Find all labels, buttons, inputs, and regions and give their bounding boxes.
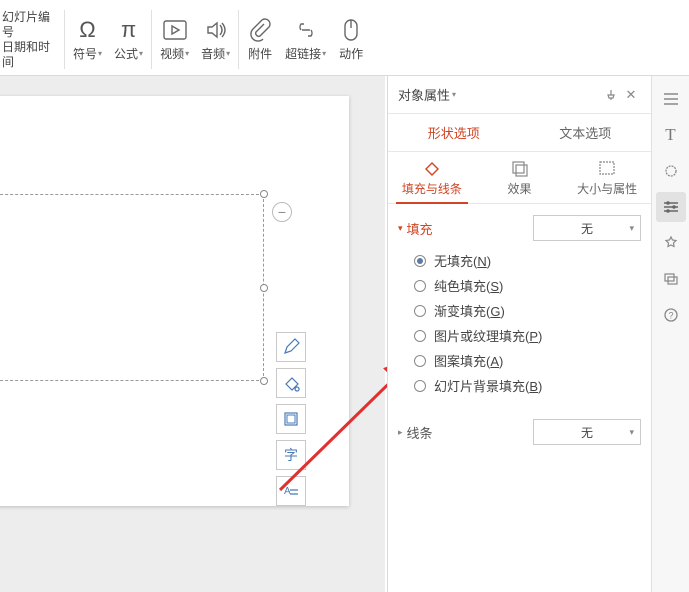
floating-toolbar: 字 A [276,332,306,506]
audio-icon [203,17,229,43]
audio-button[interactable]: 音频▾ [195,4,236,75]
rail-settings-icon[interactable] [656,192,686,222]
rail-menu-icon[interactable] [656,84,686,114]
svg-text:?: ? [668,311,673,321]
attachment-button[interactable]: 附件 [241,4,279,75]
fill-none-radio[interactable]: 无填充(N) [414,248,641,273]
selected-shape[interactable]: − [0,194,264,381]
slide-canvas[interactable]: − 字 A [0,76,385,592]
fill-tool-button[interactable] [276,368,306,398]
tab-text-options[interactable]: 文本选项 [520,114,652,151]
rail-help-icon[interactable]: ? [656,300,686,330]
rail-text-icon[interactable]: T [656,120,686,150]
fill-gradient-radio[interactable]: 渐变填充(G) [414,298,641,323]
hyperlink-button[interactable]: 超链接▾ [279,4,332,75]
side-rail: T ? [651,76,689,592]
resize-handle[interactable] [260,284,268,292]
ribbon-left-labels: 幻灯片编号 日期和时间 [0,4,62,75]
properties-panel: 对象属性▾ ✕ 形状选项 文本选项 填充与线条 效果 大小与属性 ▾填充 无 [387,76,651,592]
paperclip-icon [247,17,273,43]
resize-handle[interactable] [260,377,268,385]
fill-select[interactable]: 无 [533,215,641,241]
fill-section-toggle[interactable]: ▾填充 [398,219,433,238]
pi-icon: π [116,17,142,43]
text-tool-button[interactable]: 字 [276,440,306,470]
pin-icon[interactable] [601,85,621,105]
action-button[interactable]: 动作 [332,4,370,75]
subtab-effects[interactable]: 效果 [476,152,564,203]
format-tool-button[interactable]: A [276,476,306,506]
fill-slidebg-radio[interactable]: 幻灯片背景填充(B) [414,373,641,398]
mouse-icon [338,17,364,43]
subtab-size-props[interactable]: 大小与属性 [563,152,651,203]
subtab-fill-line[interactable]: 填充与线条 [388,152,476,203]
formula-button[interactable]: π 公式▾ [108,4,149,75]
date-time-label[interactable]: 日期和时间 [2,40,56,70]
rail-circle-icon[interactable] [656,156,686,186]
line-select[interactable]: 无 [533,419,641,445]
fill-solid-radio[interactable]: 纯色填充(S) [414,273,641,298]
rail-star-icon[interactable] [656,228,686,258]
slide-number-label[interactable]: 幻灯片编号 [2,10,56,40]
outline-tool-button[interactable] [276,404,306,434]
omega-icon: Ω [75,17,101,43]
line-section-toggle[interactable]: ▸线条 [398,423,433,442]
ribbon: 幻灯片编号 日期和时间 Ω 符号▾ π 公式▾ 视频▾ 音频▾ 附件 超链接▾ [0,4,689,76]
close-icon[interactable]: ✕ [621,85,641,105]
fill-pattern-radio[interactable]: 图案填充(A) [414,348,641,373]
link-icon [293,17,319,43]
pen-tool-button[interactable] [276,332,306,362]
symbol-button[interactable]: Ω 符号▾ [67,4,108,75]
tab-shape-options[interactable]: 形状选项 [388,114,520,151]
minus-icon[interactable]: − [272,202,292,222]
video-button[interactable]: 视频▾ [154,4,195,75]
svg-text:A: A [284,486,291,497]
panel-title[interactable]: 对象属性▾ [398,85,601,104]
resize-handle[interactable] [260,190,268,198]
fill-radio-group: 无填充(N) 纯色填充(S) 渐变填充(G) 图片或纹理填充(P) 图案填充(A… [398,244,641,406]
fill-picture-radio[interactable]: 图片或纹理填充(P) [414,323,641,348]
video-icon [162,17,188,43]
rail-layers-icon[interactable] [656,264,686,294]
